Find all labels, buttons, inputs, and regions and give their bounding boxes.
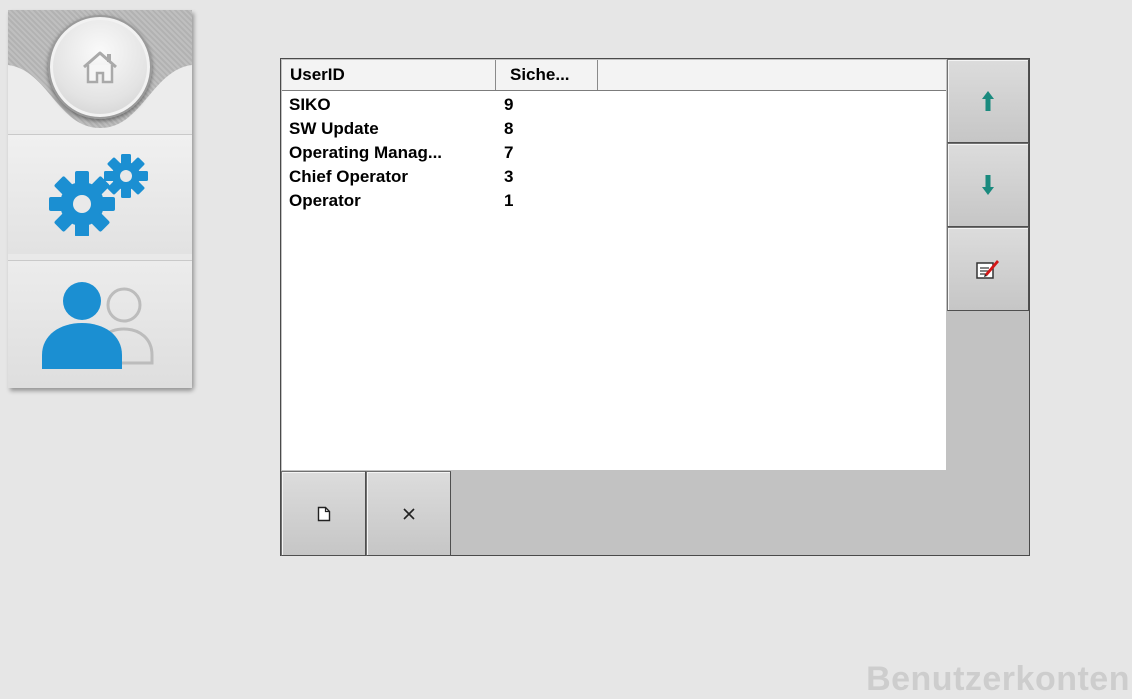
table-body: SIKO 9 SW Update 8 Operating Manag... 7 … bbox=[282, 93, 946, 213]
column-header-userid[interactable]: UserID bbox=[282, 60, 496, 90]
level-cell: 7 bbox=[504, 143, 514, 162]
gears-icon bbox=[49, 153, 148, 236]
arrow-down-icon bbox=[982, 175, 994, 195]
close-icon bbox=[402, 507, 415, 520]
nav-header bbox=[8, 10, 192, 130]
side-navigation bbox=[8, 10, 192, 388]
table-row[interactable]: Operator 1 bbox=[282, 189, 946, 213]
level-cell: 9 bbox=[504, 95, 514, 114]
edit-note-icon bbox=[976, 260, 999, 279]
delete-user-button[interactable] bbox=[366, 471, 451, 556]
move-up-button[interactable] bbox=[947, 59, 1029, 143]
level-cell: 1 bbox=[504, 191, 514, 210]
home-icon bbox=[83, 51, 117, 84]
new-user-button[interactable] bbox=[281, 471, 366, 556]
arrow-up-icon bbox=[982, 91, 994, 111]
table-header: UserID Siche... bbox=[282, 60, 946, 91]
user-id-cell: Operator bbox=[289, 191, 361, 210]
table-row[interactable]: SW Update 8 bbox=[282, 117, 946, 141]
table-row[interactable]: Chief Operator 3 bbox=[282, 165, 946, 189]
user-list-panel: UserID Siche... SIKO 9 SW Update 8 Opera… bbox=[280, 58, 1030, 556]
user-accounts-nav-button[interactable] bbox=[8, 260, 192, 388]
column-header-security-level[interactable]: Siche... bbox=[496, 60, 598, 90]
move-down-button[interactable] bbox=[947, 143, 1029, 227]
level-cell: 8 bbox=[504, 119, 514, 138]
users-icon bbox=[42, 281, 154, 369]
user-table[interactable]: UserID Siche... SIKO 9 SW Update 8 Opera… bbox=[282, 60, 946, 470]
table-row[interactable]: Operating Manag... 7 bbox=[282, 141, 946, 165]
settings-nav-button[interactable] bbox=[8, 134, 192, 254]
edit-user-button[interactable] bbox=[947, 227, 1029, 311]
user-id-cell: Operating Manag... bbox=[289, 143, 443, 162]
level-cell: 3 bbox=[504, 167, 514, 186]
new-document-icon bbox=[317, 506, 330, 521]
home-button[interactable] bbox=[48, 15, 152, 119]
user-id-cell: SIKO bbox=[289, 95, 331, 114]
user-id-cell: SW Update bbox=[289, 119, 379, 138]
table-row[interactable]: SIKO 9 bbox=[282, 93, 946, 117]
user-id-cell: Chief Operator bbox=[289, 167, 409, 186]
page-title: Benutzerkonten bbox=[866, 660, 1130, 698]
